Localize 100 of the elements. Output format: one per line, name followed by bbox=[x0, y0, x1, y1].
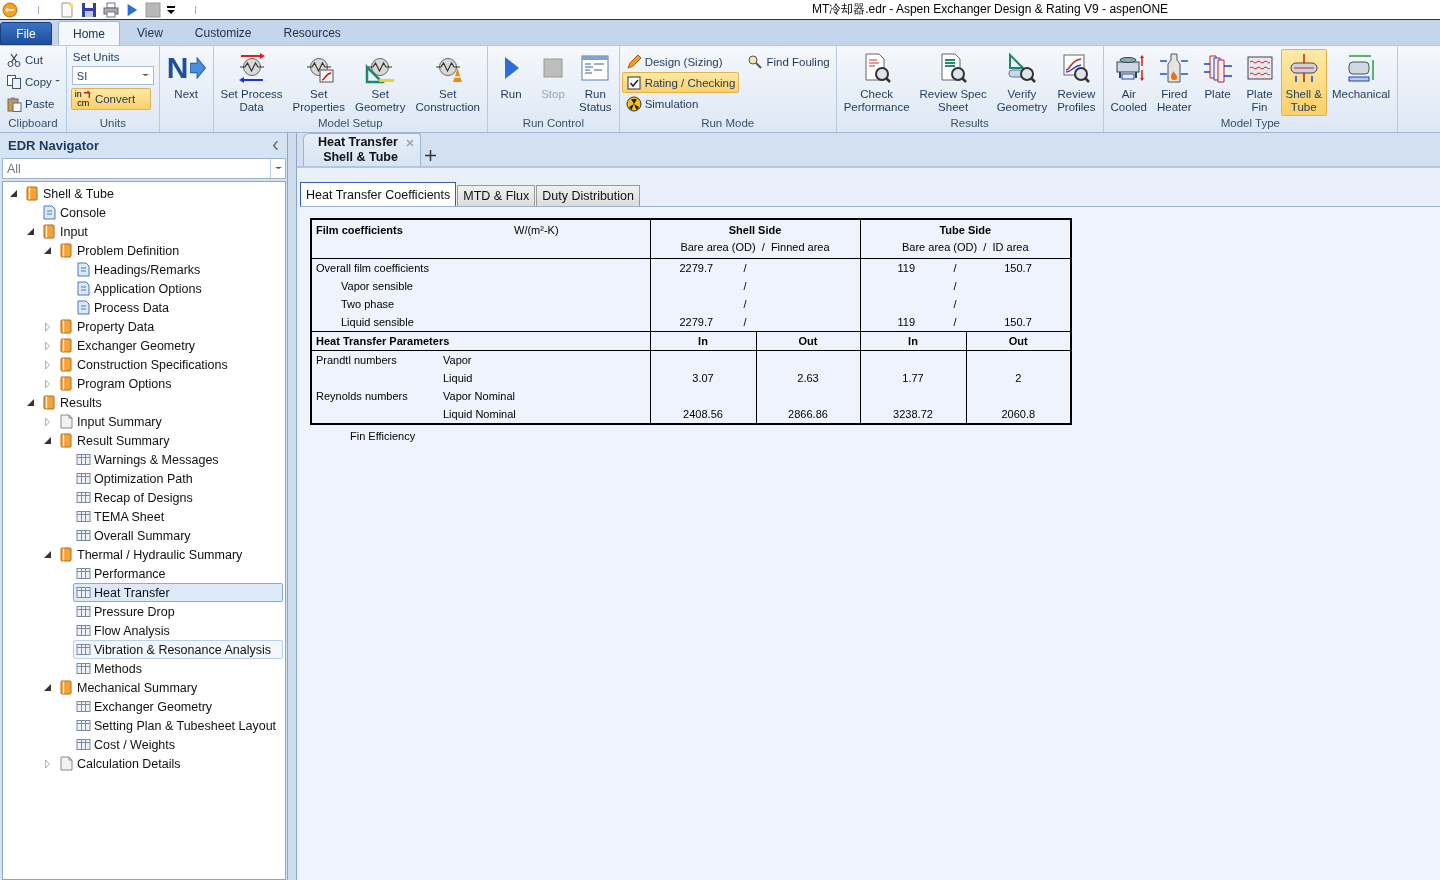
tree-item[interactable]: Input Summary bbox=[56, 412, 165, 431]
file-menu-button[interactable]: File bbox=[0, 22, 52, 45]
tree-item[interactable]: Warnings & Messages bbox=[73, 450, 222, 469]
ribbon-tab[interactable]: Customize bbox=[179, 21, 267, 45]
filter-dropdown[interactable]: All bbox=[2, 158, 286, 179]
tree-item[interactable]: Exchanger Geometry bbox=[56, 336, 199, 355]
table-icon bbox=[76, 604, 91, 619]
row-label: Liquid sensible bbox=[340, 316, 414, 328]
ribbon-button[interactable]: Mechanical bbox=[1326, 49, 1396, 103]
splitter[interactable] bbox=[287, 133, 297, 880]
tree-item[interactable]: Flow Analysis bbox=[73, 621, 173, 640]
pencil-icon bbox=[625, 53, 642, 70]
ribbon-button[interactable]: Plate bbox=[1196, 49, 1239, 103]
tree-item[interactable]: Process Data bbox=[73, 298, 173, 317]
ribbon-button[interactable]: Set Properties bbox=[287, 49, 350, 116]
tree-item[interactable]: Methods bbox=[73, 659, 145, 678]
table-icon bbox=[76, 718, 91, 733]
logo-letter: N bbox=[166, 53, 189, 83]
ribbon-button[interactable]: N Next bbox=[161, 49, 211, 103]
panel-title: EDR Navigator bbox=[8, 138, 100, 153]
ribbon-tab[interactable]: Resources bbox=[268, 21, 356, 45]
units-dropdown[interactable]: SI bbox=[71, 66, 154, 85]
ribbon-button[interactable]: Simulation bbox=[621, 93, 740, 114]
tree-item[interactable]: Pressure Drop bbox=[73, 602, 178, 621]
ribbon-tab[interactable]: Home bbox=[58, 21, 120, 45]
tree-item[interactable]: Problem Definition bbox=[56, 241, 183, 260]
book-icon bbox=[42, 224, 57, 239]
separator-text: / bbox=[953, 298, 957, 310]
tree-item[interactable]: Calculation Details bbox=[56, 754, 184, 773]
tree-item[interactable]: Performance bbox=[73, 564, 169, 583]
ribbon-button[interactable]: Paste bbox=[2, 93, 59, 114]
tree-item[interactable]: Results bbox=[39, 393, 105, 412]
play-icon bbox=[125, 1, 139, 18]
book-icon bbox=[42, 395, 57, 410]
table-heading: Heat Transfer Parameters bbox=[316, 335, 450, 347]
ribbon-tab[interactable]: View bbox=[122, 21, 178, 45]
tree-item[interactable]: Vibration & Resonance Analysis bbox=[73, 640, 283, 659]
book-icon bbox=[59, 680, 74, 695]
ribbon-button[interactable]: Cut bbox=[2, 49, 47, 70]
page-icon bbox=[76, 281, 91, 296]
ribbon-button[interactable]: Set Construction bbox=[410, 49, 485, 116]
sheet-tab[interactable]: Duty Distribution bbox=[536, 185, 640, 206]
tree-item[interactable]: Heat Transfer bbox=[73, 583, 283, 602]
tree-item[interactable]: Headings/Remarks bbox=[73, 260, 204, 279]
hazard-icon bbox=[625, 95, 642, 112]
page-icon bbox=[76, 262, 91, 277]
tree-item[interactable]: Thermal / Hydraulic Summary bbox=[56, 545, 246, 564]
page-icon bbox=[76, 300, 91, 315]
table-cell: 3238.72 bbox=[893, 408, 933, 420]
ribbon-button[interactable]: Air Cooled bbox=[1105, 49, 1152, 116]
tree-item[interactable]: Mechanical Summary bbox=[56, 678, 201, 697]
tree-item[interactable]: Recap of Designs bbox=[73, 488, 196, 507]
ribbon-button[interactable]: Plate Fin bbox=[1238, 49, 1281, 116]
document-tab[interactable]: Heat Transfer Shell & Tube bbox=[303, 133, 421, 166]
group-label: Model Type bbox=[1219, 117, 1281, 131]
row-label: Two phase bbox=[340, 298, 395, 310]
book-icon bbox=[59, 319, 74, 334]
ribbon-button[interactable]: Run Status bbox=[574, 49, 617, 116]
plus-icon bbox=[424, 150, 436, 161]
tree-item[interactable]: Exchanger Geometry bbox=[73, 697, 216, 716]
sheet-tab[interactable]: Heat Transfer Coefficients bbox=[300, 182, 457, 206]
tree-item[interactable]: Application Options bbox=[73, 279, 205, 298]
table-cell: 2060.8 bbox=[1001, 408, 1036, 420]
tree-item[interactable]: Result Summary bbox=[56, 431, 173, 450]
row-label: Overall film coefficients bbox=[316, 262, 429, 274]
ribbon-button[interactable]: Find Fouling bbox=[743, 51, 834, 72]
tree-item[interactable]: Shell & Tube bbox=[22, 184, 117, 203]
ribbon-button[interactable]: Verify Geometry bbox=[991, 49, 1053, 116]
tree-item[interactable]: Overall Summary bbox=[73, 526, 194, 545]
ribbon-button[interactable]: Run bbox=[490, 49, 532, 103]
ribbon-button[interactable]: Review Profiles bbox=[1052, 49, 1101, 116]
table-icon bbox=[76, 566, 91, 581]
table-icon bbox=[76, 737, 91, 752]
ribbon-button[interactable]: Fired Heater bbox=[1152, 49, 1197, 116]
tree-item[interactable]: Setting Plan & Tubesheet Layout bbox=[73, 716, 280, 735]
ribbon-button[interactable]: Design (Sizing) bbox=[621, 51, 740, 72]
book-icon bbox=[25, 186, 40, 201]
ribbon-button[interactable]: Rating / Checking bbox=[621, 72, 740, 93]
table-cell: 2408.56 bbox=[683, 408, 723, 420]
sheet-tab[interactable]: MTD & Flux bbox=[457, 185, 536, 206]
tree-item[interactable]: Property Data bbox=[56, 317, 158, 336]
tree-item[interactable]: Input bbox=[39, 222, 91, 241]
stop-icon bbox=[145, 1, 161, 18]
row-label: Liquid Nominal bbox=[443, 408, 516, 420]
tree-item[interactable]: Program Options bbox=[56, 374, 175, 393]
ribbon-button[interactable]: Copy bbox=[2, 71, 64, 92]
separator-text: / bbox=[953, 316, 957, 328]
ribbon-button[interactable]: Check Performance bbox=[838, 49, 915, 116]
tree-item[interactable]: Optimization Path bbox=[73, 469, 196, 488]
ribbon-button[interactable]: Set Process Data bbox=[215, 49, 288, 116]
unit-text: cm bbox=[76, 99, 91, 108]
tree-item[interactable]: Construction Specifications bbox=[56, 355, 231, 374]
tree-item[interactable]: Console bbox=[39, 203, 109, 222]
tree-item[interactable]: TEMA Sheet bbox=[73, 507, 168, 526]
set-square-magnifier-icon bbox=[1005, 52, 1038, 84]
tree-item[interactable]: Cost / Weights bbox=[73, 735, 179, 754]
document-icon bbox=[59, 414, 74, 429]
ribbon-button[interactable]: Shell & Tube bbox=[1280, 49, 1327, 116]
ribbon-button[interactable]: Review Spec Sheet bbox=[914, 49, 992, 116]
ribbon-button[interactable]: Set Geometry bbox=[349, 49, 411, 116]
